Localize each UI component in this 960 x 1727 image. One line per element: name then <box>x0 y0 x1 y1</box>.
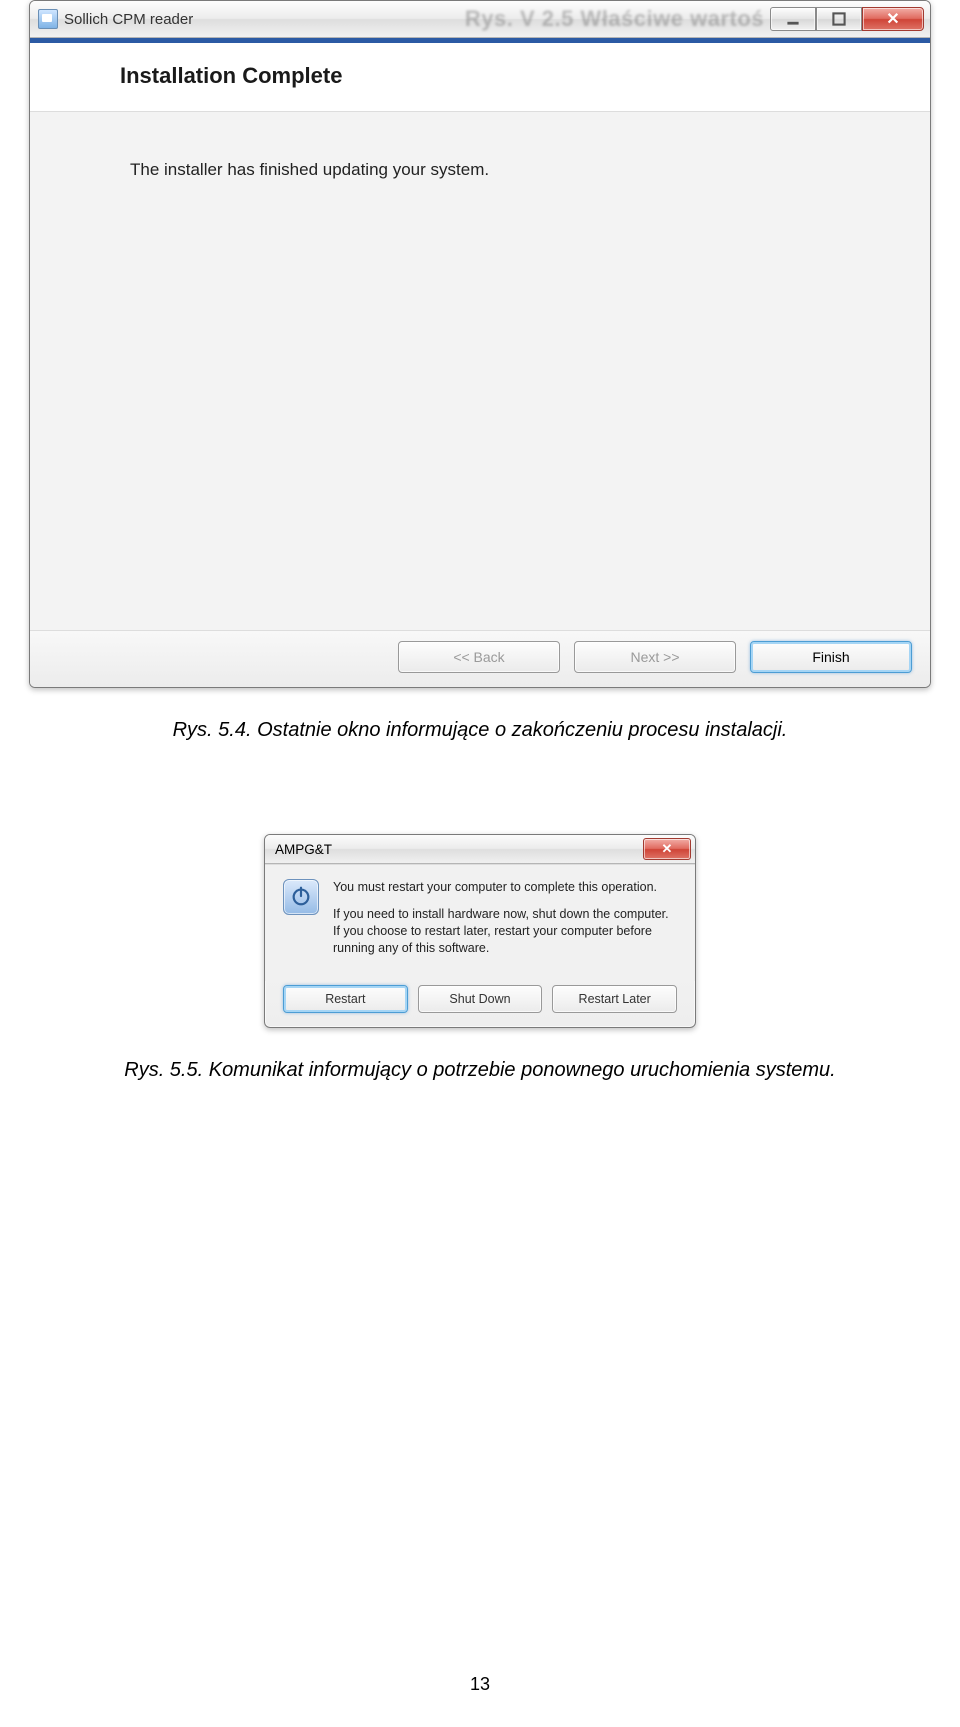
dialog-text: You must restart your computer to comple… <box>333 879 677 967</box>
dialog-body: You must restart your computer to comple… <box>265 864 695 981</box>
window-title: Sollich CPM reader <box>64 11 305 28</box>
figure-caption-1: Rys. 5.4. Ostatnie okno informujące o za… <box>10 716 950 744</box>
minimize-button[interactable] <box>770 7 816 31</box>
installer-window: Sollich CPM reader Rys. V 2.5 Właściwe w… <box>29 0 931 688</box>
back-button: << Back <box>398 641 560 673</box>
shutdown-button[interactable]: Shut Down <box>418 985 543 1013</box>
dialog-close-button[interactable]: ✕ <box>643 838 691 860</box>
figure-caption-2: Rys. 5.5. Komunikat informujący o potrze… <box>10 1056 950 1084</box>
dialog-title: AMPG&T <box>275 842 332 857</box>
installer-heading: Installation Complete <box>120 63 904 89</box>
installer-body: The installer has finished updating your… <box>30 111 930 631</box>
dialog-footer: Restart Shut Down Restart Later <box>265 981 695 1027</box>
next-button: Next >> <box>574 641 736 673</box>
background-blurred-text: Rys. V 2.5 Właściwe wartoś <box>465 6 764 32</box>
page-number: 13 <box>0 1674 960 1695</box>
window-controls: ✕ <box>770 7 924 31</box>
dialog-titlebar[interactable]: AMPG&T ✕ <box>265 835 695 864</box>
finish-button[interactable]: Finish <box>750 641 912 673</box>
power-icon <box>283 879 319 915</box>
app-icon <box>38 9 58 29</box>
close-button[interactable]: ✕ <box>862 7 924 31</box>
titlebar[interactable]: Sollich CPM reader Rys. V 2.5 Właściwe w… <box>30 1 930 38</box>
installer-footer: << Back Next >> Finish <box>30 631 930 687</box>
restart-button[interactable]: Restart <box>283 985 408 1013</box>
dialog-line1: You must restart your computer to comple… <box>333 879 677 896</box>
restart-dialog: AMPG&T ✕ You must restart your computer … <box>264 834 696 1028</box>
installer-header: Installation Complete <box>30 38 930 111</box>
restart-later-button[interactable]: Restart Later <box>552 985 677 1013</box>
installer-message: The installer has finished updating your… <box>130 160 904 180</box>
dialog-line2: If you need to install hardware now, shu… <box>333 906 677 957</box>
maximize-button[interactable] <box>816 7 862 31</box>
